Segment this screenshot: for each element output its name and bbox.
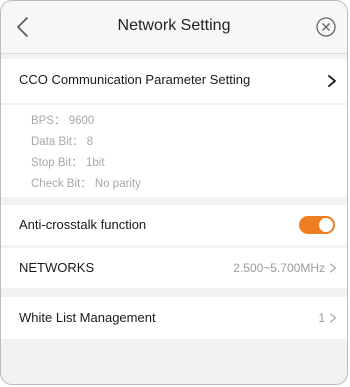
param-check-bit: Check Bit： No parity (31, 178, 141, 190)
cco-parameters-list: BPS： 9600 Data Bit： 8 Stop Bit： 1bit Che… (1, 105, 347, 197)
networks-value: 2.500~5.700MHz (233, 261, 325, 275)
whitelist-label: White List Management (19, 310, 156, 325)
chevron-right-icon (328, 75, 336, 87)
page-title: Network Setting (117, 17, 231, 34)
close-button[interactable] (315, 16, 337, 38)
app-window: Network Setting CCO Communication Parame… (0, 0, 348, 385)
nav-header: Network Setting (1, 1, 347, 54)
param-bps: BPS： 9600 (31, 115, 95, 127)
chevron-right-icon (330, 263, 336, 273)
whitelist-row[interactable]: White List Management 1 (1, 297, 347, 339)
anticrosstalk-label: Anti-crosstalk function (19, 217, 147, 232)
whitelist-count: 1 (318, 311, 325, 325)
networks-label: NETWORKS (19, 260, 95, 275)
close-circle-icon (316, 17, 336, 37)
param-data-bit: Data Bit： 8 (31, 136, 93, 148)
toggle-knob (319, 218, 333, 232)
chevron-right-icon (330, 313, 336, 323)
networks-row[interactable]: NETWORKS 2.500~5.700MHz (1, 248, 347, 288)
anticrosstalk-row: Anti-crosstalk function (1, 205, 347, 245)
cco-setting-label: CCO Communication Parameter Setting (19, 72, 251, 87)
anticrosstalk-toggle[interactable] (299, 216, 335, 234)
cco-setting-row[interactable]: CCO Communication Parameter Setting (1, 59, 347, 103)
param-stop-bit: Stop Bit： 1bit (31, 157, 105, 169)
